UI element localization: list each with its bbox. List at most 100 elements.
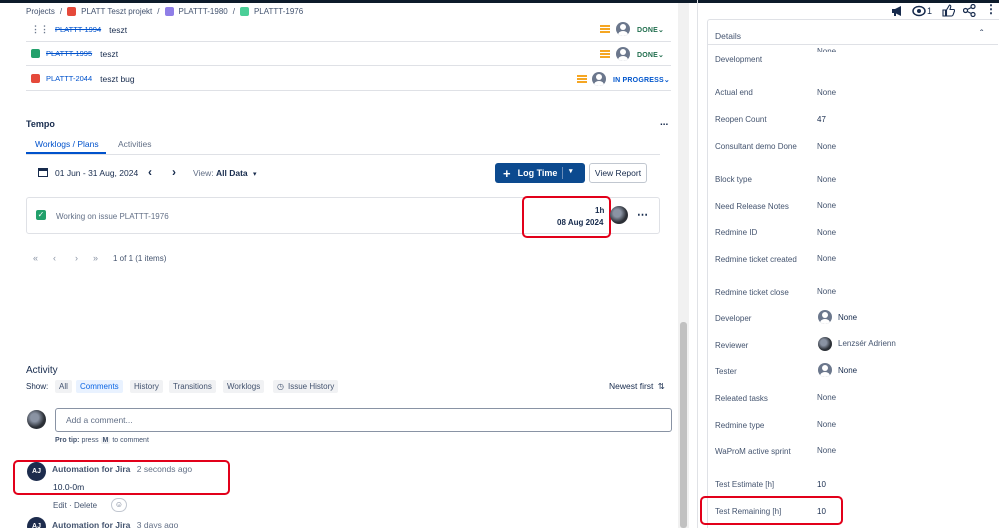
field-value[interactable]: None: [817, 142, 836, 151]
current-user-avatar: [27, 410, 46, 429]
field-value[interactable]: None: [817, 175, 836, 184]
field-value[interactable]: None: [817, 88, 836, 97]
reviewer-avatar: [818, 337, 832, 351]
check-icon: ✓: [36, 210, 46, 220]
field-value[interactable]: None: [817, 287, 836, 296]
chevron-up-icon[interactable]: ˆ: [980, 29, 983, 40]
view-report-button[interactable]: View Report: [589, 163, 647, 183]
chevron-down-icon[interactable]: ▾: [569, 167, 573, 175]
field-label: Consultant demo Done: [715, 142, 797, 151]
filter-comments[interactable]: Comments: [76, 380, 123, 393]
subtask-key[interactable]: PLATTT-1995: [46, 49, 92, 58]
log-time-button[interactable]: + Log Time ▾: [495, 163, 585, 183]
field-value[interactable]: None: [817, 446, 836, 455]
breadcrumb-projects[interactable]: Projects: [26, 7, 55, 16]
tempo-more-button[interactable]: ...: [660, 117, 668, 128]
filter-all[interactable]: All: [55, 380, 72, 393]
priority-medium-icon: [600, 50, 610, 58]
next-page-icon[interactable]: ›: [75, 253, 78, 263]
status-dropdown[interactable]: IN PROGRESS⌄: [613, 76, 670, 84]
subtask-type-icon: [31, 49, 40, 58]
field-value[interactable]: Lenzsér Adrienn: [838, 339, 896, 348]
more-actions-icon[interactable]: ⋮: [985, 3, 997, 17]
show-label: Show:: [26, 382, 49, 391]
comment-input[interactable]: Add a comment...: [55, 408, 672, 432]
panel-divider: [697, 0, 698, 528]
filter-history[interactable]: History: [130, 380, 163, 393]
field-value[interactable]: None: [817, 393, 836, 402]
field-value[interactable]: None: [838, 313, 857, 322]
details-header[interactable]: Details: [715, 31, 741, 41]
add-reaction-icon[interactable]: ☺: [111, 498, 127, 512]
tab-activities[interactable]: Activities: [118, 139, 152, 149]
field-value[interactable]: 10: [817, 480, 826, 489]
thumbs-up-icon[interactable]: [942, 4, 956, 17]
subtask-row[interactable]: ⋮⋮ PLATTT-1994 teszt: [26, 18, 671, 42]
subtask-summary[interactable]: teszt bug: [100, 74, 135, 84]
field-label: Block type: [715, 175, 752, 184]
epic-icon: [164, 7, 174, 16]
comment-actions: Edit · Delete: [53, 501, 98, 510]
drag-handle-icon[interactable]: ⋮⋮: [31, 24, 49, 35]
first-page-icon[interactable]: «: [33, 253, 38, 263]
field-value[interactable]: None: [817, 254, 836, 263]
subtask-row[interactable]: PLATTT-1995 teszt: [26, 42, 671, 66]
comment-header: Automation for Jira 3 days ago: [52, 520, 178, 528]
sort-order[interactable]: Newest first ⇅: [609, 381, 665, 392]
subtask-row[interactable]: PLATTT-2044 teszt bug: [26, 67, 671, 91]
subtask-summary[interactable]: teszt: [109, 25, 127, 35]
next-period-icon[interactable]: ›: [172, 165, 176, 179]
view-selector[interactable]: View: All Data ▾: [193, 168, 257, 178]
assignee-avatar: [592, 72, 606, 86]
date-range[interactable]: 01 Jun - 31 Aug, 2024: [55, 168, 138, 178]
field-label: Need Release Notes: [715, 202, 789, 211]
field-value[interactable]: None: [817, 228, 836, 237]
activity-title: Activity: [26, 365, 58, 376]
calendar-icon[interactable]: [38, 167, 48, 177]
priority-medium-icon: [600, 25, 610, 33]
highlight-box: [13, 460, 230, 495]
filter-transitions[interactable]: Transitions: [169, 380, 216, 393]
prev-page-icon[interactable]: ‹: [53, 253, 56, 263]
eye-icon[interactable]: [912, 5, 926, 17]
subtask-summary[interactable]: teszt: [100, 49, 118, 59]
share-icon[interactable]: [962, 3, 976, 18]
delete-link[interactable]: Delete: [74, 501, 97, 510]
field-value[interactable]: None: [817, 420, 836, 429]
megaphone-icon[interactable]: [891, 5, 905, 17]
subtask-key[interactable]: PLATTT-2044: [46, 74, 92, 83]
breadcrumb: Projects / PLATT Teszt projekt / PLATTT-…: [26, 7, 304, 16]
field-value[interactable]: None: [817, 201, 836, 210]
field-value: None: [817, 47, 837, 52]
filter-issue-history[interactable]: ◷ Issue History: [273, 380, 339, 393]
highlight-box: [700, 496, 843, 525]
breadcrumb-current[interactable]: PLATTT-1976: [254, 7, 303, 16]
story-icon: [239, 7, 249, 16]
tab-worklogs-plans[interactable]: Worklogs / Plans: [35, 139, 99, 149]
field-label: Test Estimate [h]: [715, 480, 775, 489]
status-dropdown[interactable]: DONE⌄: [637, 26, 664, 34]
field-label: Reopen Count: [715, 115, 767, 124]
filter-worklogs[interactable]: Worklogs: [223, 380, 265, 393]
keyboard-shortcut: M: [100, 437, 111, 444]
breadcrumb-project[interactable]: PLATT Teszt projekt: [81, 7, 152, 16]
highlight-box: [522, 196, 611, 238]
field-value[interactable]: None: [838, 366, 857, 375]
pagination-text: 1 of 1 (1 items): [113, 254, 167, 263]
plus-icon: +: [503, 165, 511, 181]
subtask-key[interactable]: PLATTT-1994: [55, 25, 101, 34]
scrollbar-thumb[interactable]: [680, 322, 687, 528]
edit-link[interactable]: Edit: [53, 501, 67, 510]
prev-period-icon[interactable]: ‹: [148, 165, 152, 179]
worker-avatar: [610, 206, 628, 224]
last-page-icon[interactable]: »: [93, 253, 98, 263]
field-label: Redmine ID: [715, 228, 758, 237]
developer-avatar: [818, 310, 832, 324]
field-label: Actual end: [715, 88, 753, 97]
worklog-more-icon[interactable]: ⋯: [637, 208, 649, 221]
project-icon: [67, 7, 77, 16]
breadcrumb-parent[interactable]: PLATTT-1980: [179, 7, 228, 16]
tester-avatar: [818, 363, 832, 377]
status-dropdown[interactable]: DONE⌄: [637, 51, 664, 59]
field-value[interactable]: 47: [817, 115, 826, 124]
